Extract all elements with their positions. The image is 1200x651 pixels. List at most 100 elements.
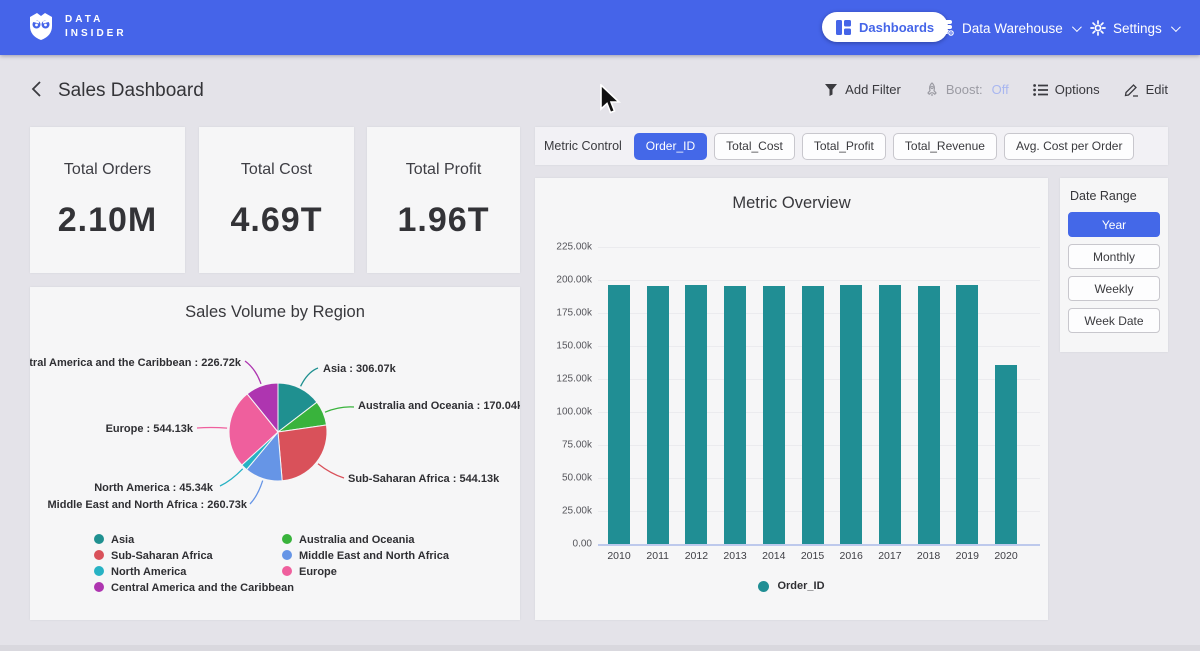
- y-axis-tick: 225.00k: [537, 242, 592, 253]
- pie-label-sub-saharan-africa: Sub-Saharan Africa : 544.13k: [348, 473, 500, 485]
- edit-button[interactable]: Edit: [1124, 82, 1168, 97]
- y-axis-tick: 175.00k: [537, 308, 592, 319]
- date-range-monthly[interactable]: Monthly: [1068, 244, 1160, 269]
- date-range-label: Date Range: [1070, 189, 1160, 203]
- kpi-card-total-cost: Total Cost 4.69T: [199, 127, 354, 273]
- y-axis-tick: 50.00k: [537, 473, 592, 484]
- pie-label-north-america: North America : 45.34k: [94, 482, 214, 494]
- x-axis-tick: 2010: [599, 550, 639, 562]
- bar-2010[interactable]: [608, 285, 630, 544]
- brand-line1: DATA: [65, 13, 127, 27]
- legend-label-central-america-and-the-caribbean: Central America and the Caribbean: [111, 582, 294, 594]
- kpi-card-total-orders: Total Orders 2.10M: [30, 127, 185, 273]
- metric-chip-total-revenue[interactable]: Total_Revenue: [893, 133, 997, 160]
- pie-leader-line: [301, 368, 318, 386]
- pie-leader-line: [325, 407, 354, 412]
- dashboard-grid-icon: [836, 20, 851, 35]
- legend-dot-north-america: [94, 566, 104, 576]
- date-range-options: Year Monthly Weekly Week Date: [1068, 212, 1160, 333]
- boost-value: Off: [992, 82, 1009, 97]
- kpi-label: Total Profit: [406, 161, 482, 179]
- y-axis-tick: 150.00k: [537, 341, 592, 352]
- x-axis-tick: 2017: [870, 550, 910, 562]
- rocket-icon: [925, 82, 939, 97]
- bar-2012[interactable]: [685, 285, 707, 544]
- legend-dot-asia: [94, 534, 104, 544]
- bar-2011[interactable]: [647, 286, 669, 544]
- bar-chart: 225.00k 200.00k 175.00k 150.00k 125.00k 100.0…: [535, 178, 1048, 620]
- metric-chip-order-id[interactable]: Order_ID: [634, 133, 707, 160]
- add-filter-button[interactable]: Add Filter: [824, 82, 901, 97]
- legend-dot-australia-and-oceania: [282, 534, 292, 544]
- pie-leader-line: [245, 361, 261, 384]
- boost-toggle[interactable]: Boost: Off: [925, 82, 1009, 97]
- legend-label-europe: Europe: [299, 566, 337, 578]
- legend-dot-middle-east-and-north-africa: [282, 550, 292, 560]
- gridline: [598, 247, 1040, 248]
- gridline: [598, 280, 1040, 281]
- page-title: Sales Dashboard: [58, 80, 204, 102]
- back-button[interactable]: [28, 80, 46, 100]
- nav-settings-label: Settings: [1113, 21, 1162, 36]
- x-axis-tick: 2011: [638, 550, 678, 562]
- metric-chip-group: Order_ID Total_Cost Total_Profit Total_Reve…: [634, 133, 1135, 160]
- bar-2016[interactable]: [840, 285, 862, 544]
- list-options-icon: [1033, 83, 1048, 97]
- x-axis-line: [598, 544, 1040, 546]
- bottom-strip: [0, 645, 1200, 651]
- y-axis-tick: 100.00k: [537, 407, 592, 418]
- date-range-weekly[interactable]: Weekly: [1068, 276, 1160, 301]
- nav-settings[interactable]: Settings: [1090, 17, 1178, 39]
- pie-leader-line: [220, 469, 243, 486]
- nav-dashboards-label: Dashboards: [859, 20, 934, 35]
- x-axis-tick: 2020: [986, 550, 1026, 562]
- x-axis-tick: 2015: [793, 550, 833, 562]
- metric-chip-avg-cost-per-order[interactable]: Avg. Cost per Order: [1004, 133, 1135, 160]
- brand-line2: INSIDER: [65, 27, 127, 41]
- bar-2017[interactable]: [879, 285, 901, 544]
- nav-data-warehouse[interactable]: Data Warehouse: [938, 17, 1079, 39]
- x-axis-tick: 2016: [831, 550, 871, 562]
- nav-data-warehouse-label: Data Warehouse: [962, 21, 1063, 36]
- pie-chart-card: Sales Volume by Region Asia : 306.07kAus…: [30, 287, 520, 620]
- pie-leader-line: [197, 427, 227, 428]
- pie-label-europe: Europe : 544.13k: [106, 423, 194, 435]
- pie-slice-sub-saharan-africa[interactable]: [278, 425, 327, 481]
- mouse-cursor: [600, 84, 622, 116]
- legend-dot-central-america-and-the-caribbean: [94, 582, 104, 592]
- bar-2015[interactable]: [802, 286, 824, 545]
- metric-chip-total-profit[interactable]: Total_Profit: [802, 133, 886, 160]
- kpi-label: Total Orders: [64, 161, 151, 179]
- bar-2019[interactable]: [956, 285, 978, 544]
- metric-chip-total-cost[interactable]: Total_Cost: [714, 133, 795, 160]
- add-filter-label: Add Filter: [845, 82, 901, 97]
- metric-control-bar: Metric Control Order_IDTotal_CostTotal_P…: [535, 127, 1168, 165]
- bar-2013[interactable]: [724, 286, 746, 545]
- nav-dashboards[interactable]: Dashboards: [822, 12, 948, 42]
- date-range-year[interactable]: Year: [1068, 212, 1160, 237]
- y-axis-tick: 200.00k: [537, 275, 592, 286]
- chevron-left-icon: [31, 80, 43, 98]
- legend-label: Order_ID: [777, 580, 824, 592]
- options-button[interactable]: Options: [1033, 82, 1100, 97]
- filter-funnel-icon: [824, 83, 838, 97]
- pie-label-middle-east-and-north-africa: Middle East and North Africa : 260.73k: [48, 499, 248, 511]
- x-axis-tick: 2014: [754, 550, 794, 562]
- legend-dot-europe: [282, 566, 292, 576]
- edit-label: Edit: [1146, 82, 1168, 97]
- kpi-card-total-profit: Total Profit 1.96T: [367, 127, 520, 273]
- x-axis-tick: 2018: [909, 550, 949, 562]
- legend-dot-sub-saharan-africa: [94, 550, 104, 560]
- bar-2014[interactable]: [763, 286, 785, 544]
- header-actions: Add Filter Boost: Off Options Edit: [824, 82, 1168, 97]
- pie-leader-line: [318, 464, 344, 478]
- pie-chart: Asia : 306.07kAustralia and Oceania : 17…: [30, 287, 520, 620]
- kpi-value: 4.69T: [231, 201, 323, 240]
- date-range-week-date[interactable]: Week Date: [1068, 308, 1160, 333]
- chevron-down-icon: [1171, 22, 1181, 32]
- x-axis-tick: 2012: [676, 550, 716, 562]
- bar-2018[interactable]: [918, 286, 940, 545]
- bar-chart-card: Metric Overview 225.00k200.00k175.00k150…: [535, 178, 1048, 620]
- y-axis-tick: 125.00k: [537, 374, 592, 385]
- bar-2020[interactable]: [995, 365, 1017, 544]
